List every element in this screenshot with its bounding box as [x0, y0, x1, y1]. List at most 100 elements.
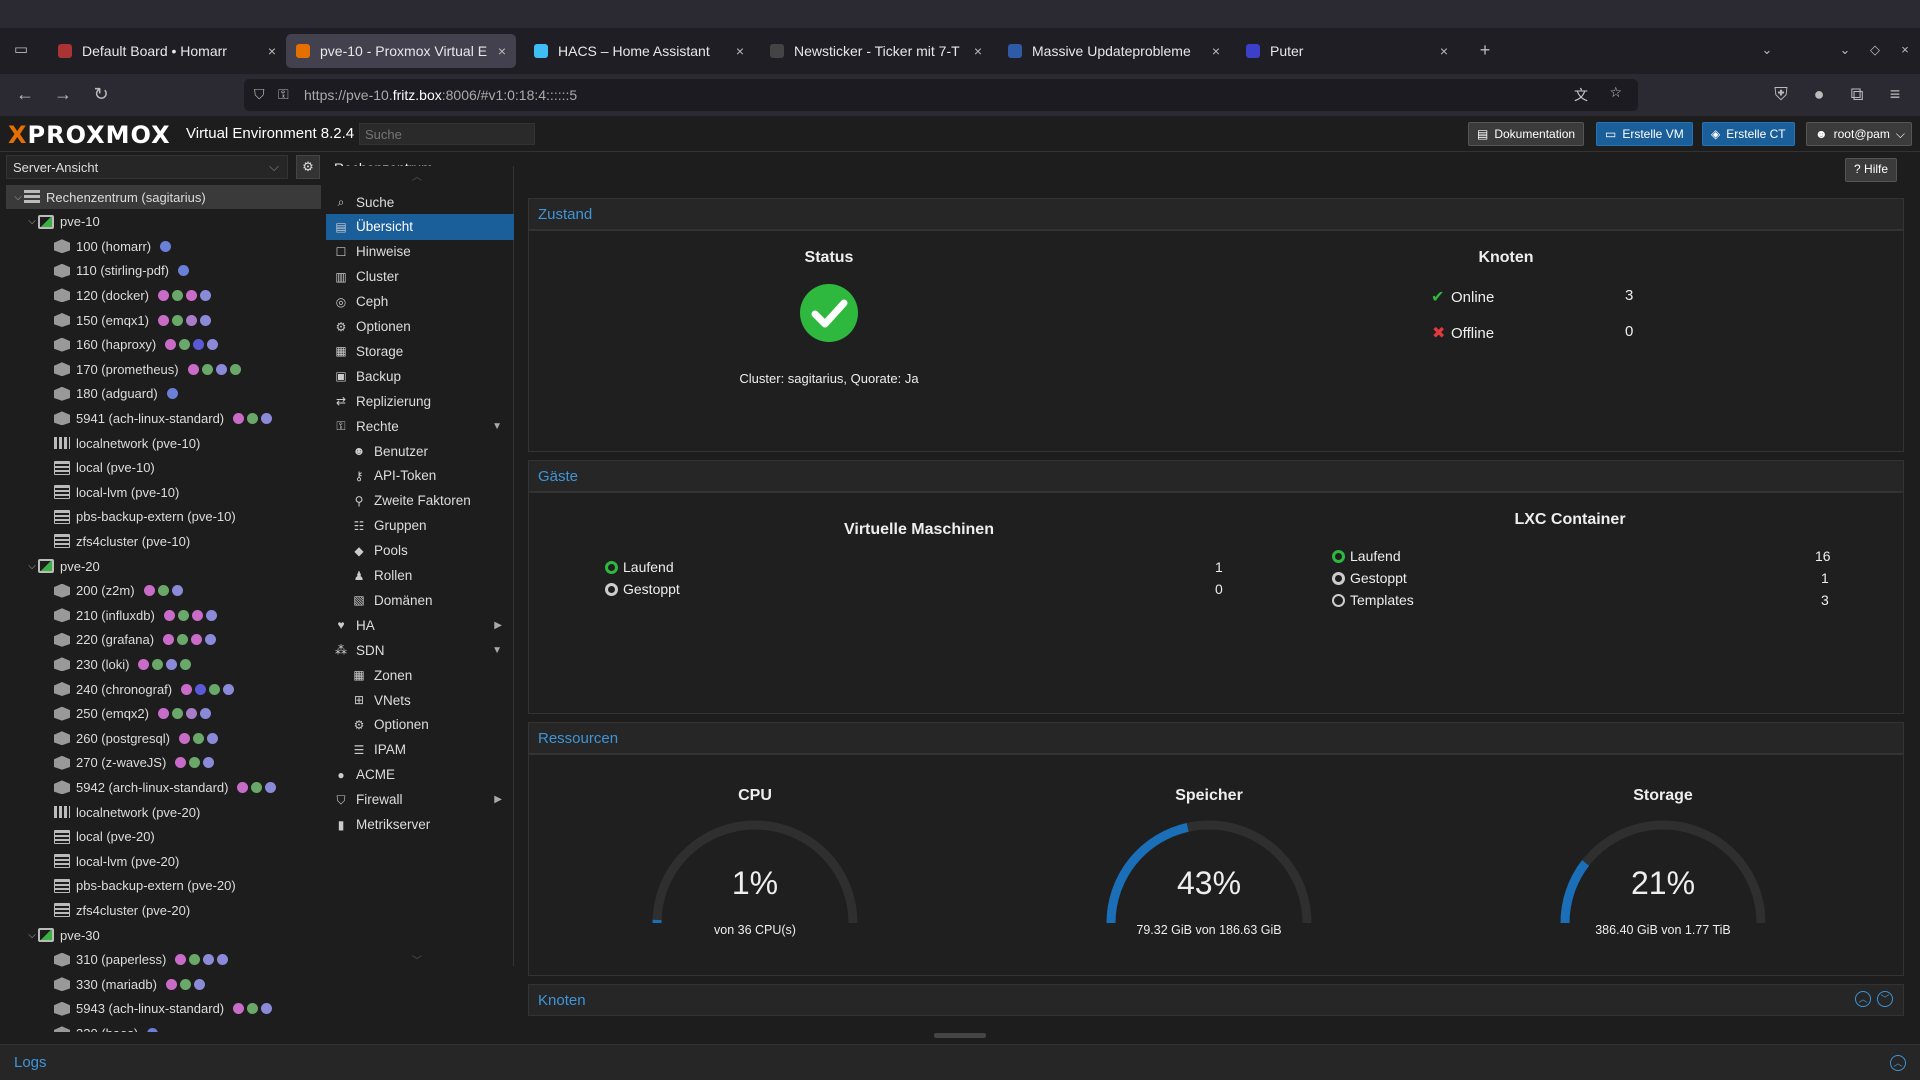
tree-item[interactable]: local (pve-10): [6, 456, 321, 480]
menu-item[interactable]: ● ACME: [326, 762, 514, 788]
browser-tab[interactable]: Puter ×: [1236, 34, 1458, 68]
tree-item[interactable]: ⌵ pve-20: [6, 554, 321, 578]
account-icon[interactable]: ●: [1808, 84, 1830, 104]
menu-item[interactable]: ⛉ Firewall ▶: [326, 787, 514, 813]
tree-item[interactable]: 5942 (arch-linux-standard): [6, 775, 321, 799]
menu-item[interactable]: ▣ Backup: [326, 363, 514, 389]
tree-item[interactable]: 5941 (ach-linux-standard): [6, 406, 321, 430]
tree-item[interactable]: 310 (paperless): [6, 948, 321, 972]
tree-item[interactable]: 320 (haos): [6, 1021, 321, 1032]
close-tab-icon[interactable]: ×: [1212, 43, 1220, 59]
tab-list-icon[interactable]: ▭: [10, 40, 32, 60]
tree-item[interactable]: zfs4cluster (pve-20): [6, 898, 321, 922]
menu-item[interactable]: ♟ Rollen: [326, 563, 514, 589]
tree-item[interactable]: 110 (stirling-pdf): [6, 259, 321, 283]
tree-item[interactable]: 5943 (ach-linux-standard): [6, 997, 321, 1021]
tree-item[interactable]: zfs4cluster (pve-10): [6, 529, 321, 553]
tree-item[interactable]: 330 (mariadb): [6, 972, 321, 996]
caret-icon[interactable]: ▶: [494, 794, 502, 805]
tree-item[interactable]: 210 (influxdb): [6, 603, 321, 627]
url-bar[interactable]: ⛉ ⚿ https://pve-10. fritz.box:8006/#v1:0:…: [244, 79, 1638, 111]
menu-item[interactable]: ⚙ Optionen: [326, 314, 514, 340]
caret-icon[interactable]: ▼: [492, 645, 502, 656]
tree-item[interactable]: 160 (haproxy): [6, 333, 321, 357]
collapse-up-icon[interactable]: ︿: [1855, 991, 1871, 1007]
menu-item[interactable]: ☰ IPAM: [326, 737, 514, 763]
menu-item[interactable]: ⌕ Suche: [326, 189, 514, 215]
gear-icon[interactable]: ⚙: [296, 155, 320, 179]
menu-item[interactable]: ☷ Gruppen: [326, 513, 514, 539]
scroll-down-icon[interactable]: ﹀: [412, 952, 422, 967]
menu-item[interactable]: ⇄ Replizierung: [326, 388, 514, 414]
tree-item[interactable]: pbs-backup-extern (pve-20): [6, 874, 321, 898]
reload-icon[interactable]: ↻: [90, 84, 112, 104]
tree-item[interactable]: 200 (z2m): [6, 579, 321, 603]
bookmark-star-icon[interactable]: ☆: [1609, 84, 1622, 101]
menu-item[interactable]: ⊞ VNets: [326, 687, 514, 713]
menu-item[interactable]: ▦ Storage: [326, 338, 514, 364]
tree-item[interactable]: 100 (homarr): [6, 234, 321, 258]
forward-icon[interactable]: →: [52, 84, 74, 104]
tree-item[interactable]: 270 (z-waveJS): [6, 751, 321, 775]
tree-item[interactable]: 240 (chronograf): [6, 677, 321, 701]
help-button[interactable]: ? Hilfe: [1845, 158, 1898, 182]
menu-item[interactable]: ⚿ Rechte ▼: [326, 413, 514, 439]
menu-item[interactable]: ▥ Cluster: [326, 264, 514, 290]
menu-item[interactable]: ▦ Zonen: [326, 662, 514, 688]
tree-item[interactable]: 220 (grafana): [6, 628, 321, 652]
tree-item[interactable]: ⌵ Rechenzentrum (sagitarius): [6, 185, 321, 209]
tree-item[interactable]: 170 (prometheus): [6, 357, 321, 381]
view-selector[interactable]: Server-Ansicht ⌵: [6, 155, 288, 179]
close-tab-icon[interactable]: ×: [974, 43, 982, 59]
menu-icon[interactable]: ≡: [1884, 84, 1906, 104]
tree-item[interactable]: local-lvm (pve-10): [6, 480, 321, 504]
tree-item[interactable]: ⌵ pve-10: [6, 210, 321, 234]
tree-item[interactable]: localnetwork (pve-10): [6, 431, 321, 455]
search-input[interactable]: [359, 123, 535, 145]
browser-tab[interactable]: pve-10 - Proxmox Virtual E ×: [286, 34, 516, 68]
browser-tab[interactable]: HACS – Home Assistant ×: [524, 34, 754, 68]
panel-knoten-header[interactable]: Knoten ︿ ﹀: [528, 984, 1904, 1016]
back-icon[interactable]: ←: [14, 84, 36, 104]
tree-item[interactable]: 260 (postgresql): [6, 726, 321, 750]
menu-item[interactable]: ⚙ Optionen: [326, 712, 514, 738]
panel-ressourcen-header[interactable]: Ressourcen: [528, 722, 1904, 754]
menu-item[interactable]: ♥ HA ▶: [326, 612, 514, 638]
menu-item[interactable]: ⁂ SDN ▼: [326, 637, 514, 663]
create-vm-button[interactable]: ▭ Erstelle VM: [1596, 122, 1693, 146]
tree-item[interactable]: 150 (emqx1): [6, 308, 321, 332]
user-menu-button[interactable]: ☻ root@pam ⌵: [1806, 122, 1912, 146]
chevron-down-icon[interactable]: ⌵: [26, 930, 38, 941]
tree-item[interactable]: local-lvm (pve-20): [6, 849, 321, 873]
close-tab-icon[interactable]: ×: [268, 43, 276, 59]
close-window-icon[interactable]: ×: [1894, 40, 1916, 60]
menu-item[interactable]: ☐ Hinweise: [326, 239, 514, 265]
tree-item[interactable]: ⌵ pve-30: [6, 923, 321, 947]
tree-item[interactable]: 230 (loki): [6, 652, 321, 676]
menu-item[interactable]: ◎ Ceph: [326, 289, 514, 315]
tree-item[interactable]: 120 (docker): [6, 283, 321, 307]
minimize-icon[interactable]: ⌄: [1834, 40, 1856, 60]
caret-icon[interactable]: ▶: [494, 620, 502, 631]
scroll-up-icon[interactable]: ︿: [412, 168, 422, 183]
translate-icon[interactable]: 文: [1574, 85, 1588, 105]
browser-tab[interactable]: Massive Updateprobleme ×: [998, 34, 1230, 68]
panel-gaeste-header[interactable]: Gäste: [528, 460, 1904, 492]
tree-item[interactable]: local (pve-20): [6, 825, 321, 849]
chevron-down-icon[interactable]: ⌵: [26, 561, 38, 572]
create-ct-button[interactable]: ◈ Erstelle CT: [1702, 122, 1795, 146]
menu-item[interactable]: ▤ Übersicht: [326, 213, 514, 240]
expand-icon[interactable]: ︿: [1890, 1055, 1906, 1071]
menu-item[interactable]: ▧ Domänen: [326, 587, 514, 613]
menu-item[interactable]: ⚲ Zweite Faktoren: [326, 488, 514, 514]
tree-item[interactable]: localnetwork (pve-20): [6, 800, 321, 824]
pocket-icon[interactable]: ⛨: [1770, 84, 1792, 104]
tree-item[interactable]: 180 (adguard): [6, 382, 321, 406]
browser-tab[interactable]: Default Board • Homarr ×: [48, 34, 286, 68]
splitter-handle[interactable]: [934, 1033, 986, 1038]
caret-icon[interactable]: ▼: [492, 421, 502, 432]
docs-button[interactable]: ▤ Dokumentation: [1468, 122, 1585, 146]
menu-item[interactable]: ☻ Benutzer: [326, 438, 514, 464]
logs-panel[interactable]: Logs ︿: [0, 1044, 1920, 1080]
close-tab-icon[interactable]: ×: [736, 43, 744, 59]
